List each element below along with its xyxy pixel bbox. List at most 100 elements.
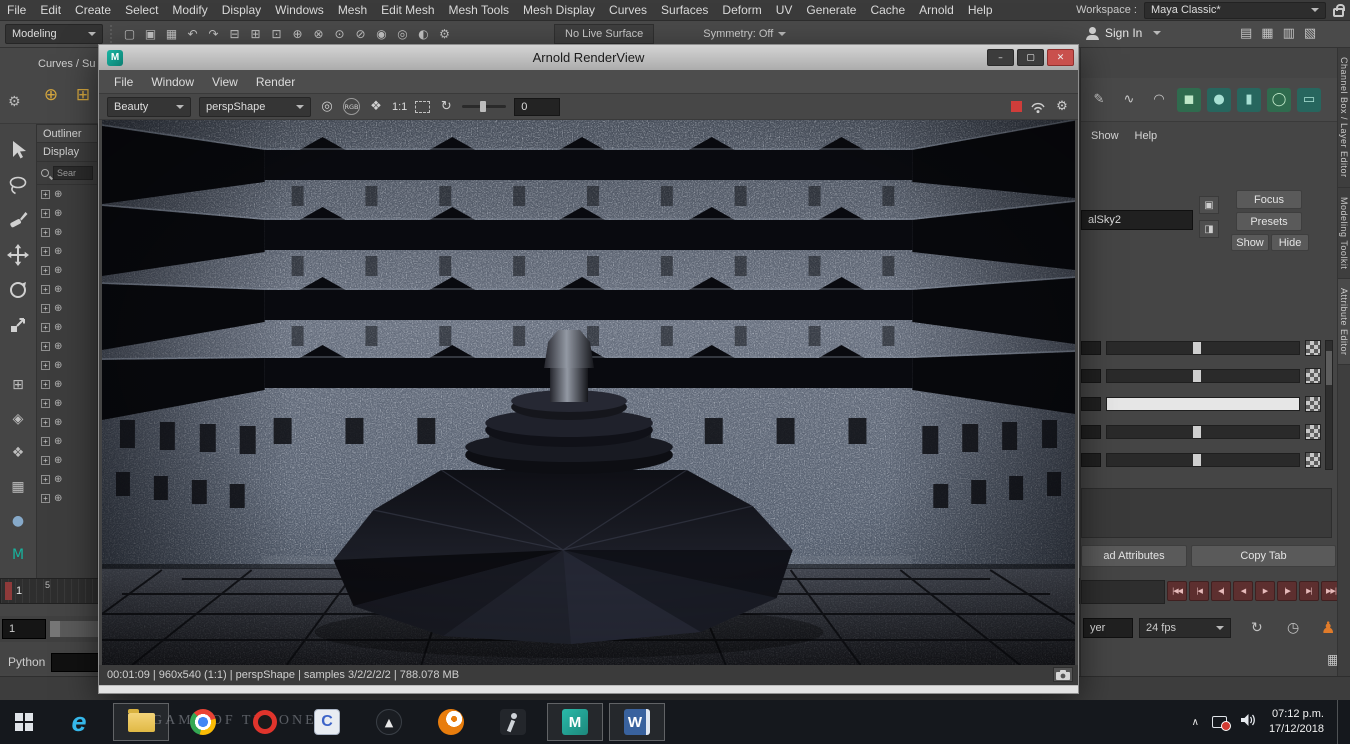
select-tool[interactable] xyxy=(6,138,30,162)
toggle-four-pane-icon[interactable]: ▦ xyxy=(1261,26,1273,41)
snapshot-camera-icon[interactable] xyxy=(1053,667,1073,682)
display-mode-icon[interactable]: ❖ xyxy=(368,97,384,117)
tab-channel-box-layer-editor[interactable]: Channel Box / Layer Editor xyxy=(1338,48,1350,188)
refresh-render-icon[interactable]: ↻ xyxy=(438,97,454,117)
cluster-icon[interactable]: ❖ xyxy=(7,442,29,464)
tray-expand-icon[interactable]: ∧ xyxy=(1192,717,1199,728)
toggle-outliner-pane-icon[interactable]: ▥ xyxy=(1283,26,1295,41)
opera-icon[interactable] xyxy=(234,700,296,744)
word-icon[interactable]: W xyxy=(606,700,668,744)
camera-dropdown[interactable]: perspShape xyxy=(199,96,311,117)
maya-menu-item[interactable]: Mesh Tools xyxy=(442,0,516,21)
settings-gear-icon[interactable]: ⚙ xyxy=(1054,97,1070,117)
expand-icon[interactable]: + xyxy=(41,304,50,313)
workspace-dropdown[interactable]: Maya Classic* xyxy=(1144,1,1326,19)
lasso-tool[interactable] xyxy=(6,173,30,197)
go-to-start-button[interactable]: |◀◀ xyxy=(1167,581,1187,601)
texture-swatch[interactable] xyxy=(1305,451,1321,468)
outliner-row[interactable]: + ⊕ xyxy=(37,223,97,242)
toggle-hypershade-pane-icon[interactable]: ▧ xyxy=(1304,26,1316,41)
rotate-tool[interactable] xyxy=(6,278,30,302)
volume-icon[interactable] xyxy=(1240,713,1256,732)
new-scene-icon[interactable]: ▢ xyxy=(119,24,140,45)
maya-menu-item[interactable]: Surfaces xyxy=(654,0,715,21)
layer-tab[interactable]: yer xyxy=(1083,618,1133,638)
close-button[interactable]: ✕ xyxy=(1047,49,1074,66)
search-input[interactable]: Sear xyxy=(53,166,93,180)
render-settings-icon[interactable]: ⚙ xyxy=(434,24,455,45)
texture-swatch[interactable] xyxy=(1305,395,1321,412)
expand-icon[interactable]: + xyxy=(41,228,50,237)
exposure-field[interactable]: 0 xyxy=(514,97,561,116)
render-status-square[interactable] xyxy=(1011,101,1022,112)
timeline-end-strip[interactable] xyxy=(1081,580,1165,604)
play-forward-button[interactable]: ▶ xyxy=(1255,581,1275,601)
maya-menu-item[interactable]: Windows xyxy=(268,0,331,21)
outliner-row[interactable]: + ⊕ xyxy=(37,204,97,223)
texture-swatch[interactable] xyxy=(1305,423,1321,440)
outliner-row[interactable]: + ⊕ xyxy=(37,242,97,261)
expand-icon[interactable]: + xyxy=(41,361,50,370)
maximize-button[interactable]: ▢ xyxy=(1017,49,1044,66)
hide-button[interactable]: Hide xyxy=(1271,234,1309,251)
arnold-menu-item[interactable]: View xyxy=(203,75,247,89)
maya-menu-item[interactable]: Arnold xyxy=(912,0,961,21)
maya-menu-item[interactable]: Edit Mesh xyxy=(374,0,441,21)
copy-tab-button[interactable]: Copy Tab xyxy=(1191,545,1336,567)
expand-icon[interactable]: + xyxy=(41,342,50,351)
sign-in-button[interactable]: Sign In xyxy=(1086,26,1162,40)
maya-menu-item[interactable]: Deform xyxy=(715,0,768,21)
expand-icon[interactable]: + xyxy=(41,494,50,503)
maya-menu-item[interactable]: Display xyxy=(215,0,268,21)
expand-icon[interactable]: + xyxy=(41,323,50,332)
blender-icon[interactable] xyxy=(420,700,482,744)
snap-grid-icon[interactable]: ⊕ xyxy=(287,24,308,45)
load-attributes-button[interactable]: ad Attributes xyxy=(1081,545,1187,567)
nurbs-square-icon[interactable]: ⊞ xyxy=(70,82,96,108)
snapshot-target-icon[interactable]: ◎ xyxy=(319,97,335,117)
slider-track[interactable] xyxy=(1106,368,1300,383)
value-field[interactable] xyxy=(1081,368,1101,383)
expand-icon[interactable]: + xyxy=(41,418,50,427)
panel-menu-item[interactable]: Help xyxy=(1135,130,1158,142)
current-time-indicator[interactable] xyxy=(5,582,12,600)
viewport-ball-icon[interactable]: ● xyxy=(7,510,29,532)
rgb-channels-icon[interactable]: RGB xyxy=(343,98,360,115)
value-field[interactable] xyxy=(1081,340,1101,355)
poly-plane-icon[interactable]: ▭ xyxy=(1297,87,1321,112)
live-render-icon[interactable] xyxy=(1030,97,1046,117)
slider-track[interactable] xyxy=(1106,340,1300,355)
expand-icon[interactable]: + xyxy=(41,380,50,389)
expand-icon[interactable]: + xyxy=(41,475,50,484)
start-button[interactable] xyxy=(0,700,48,744)
arnold-menu-item[interactable]: File xyxy=(105,75,142,89)
zoom-ratio-label[interactable]: 1:1 xyxy=(392,101,407,113)
select-component-icon[interactable]: ⊡ xyxy=(266,24,287,45)
chrome-icon[interactable] xyxy=(172,700,234,744)
arnold-menu-item[interactable]: Render xyxy=(247,75,304,89)
unity-icon[interactable]: ▲ xyxy=(358,700,420,744)
slider-track[interactable] xyxy=(1106,452,1300,467)
maya-taskbar-icon[interactable]: M xyxy=(544,700,606,744)
modeling-toolkit-icon[interactable]: M xyxy=(7,544,29,566)
expand-icon[interactable]: + xyxy=(41,437,50,446)
expand-icon[interactable]: + xyxy=(41,399,50,408)
maya-menu-item[interactable]: Help xyxy=(961,0,1000,21)
slider-handle[interactable] xyxy=(1193,369,1202,382)
texture-swatch[interactable] xyxy=(1305,339,1321,356)
move-tool[interactable] xyxy=(6,243,30,267)
show-desktop-button[interactable] xyxy=(1337,700,1342,744)
slider-track[interactable] xyxy=(1106,396,1300,411)
maya-menu-item[interactable]: Edit xyxy=(33,0,68,21)
slider-track[interactable] xyxy=(1106,424,1300,439)
minimize-button[interactable]: – xyxy=(987,49,1014,66)
lock-icon[interactable] xyxy=(1333,3,1345,17)
maya-menu-item[interactable]: Modify xyxy=(165,0,214,21)
outliner-row[interactable]: + ⊕ xyxy=(37,413,97,432)
no-live-surface-indicator[interactable]: No Live Surface xyxy=(554,24,655,44)
shelf-tab-curves-surfaces[interactable]: Curves / Su xyxy=(38,58,95,70)
aov-dropdown[interactable]: Beauty xyxy=(107,96,191,117)
step-back-frame-button[interactable]: ◀| xyxy=(1211,581,1231,601)
tab-attribute-editor[interactable]: Attribute Editor xyxy=(1338,278,1350,366)
maya-menu-item[interactable]: UV xyxy=(769,0,800,21)
